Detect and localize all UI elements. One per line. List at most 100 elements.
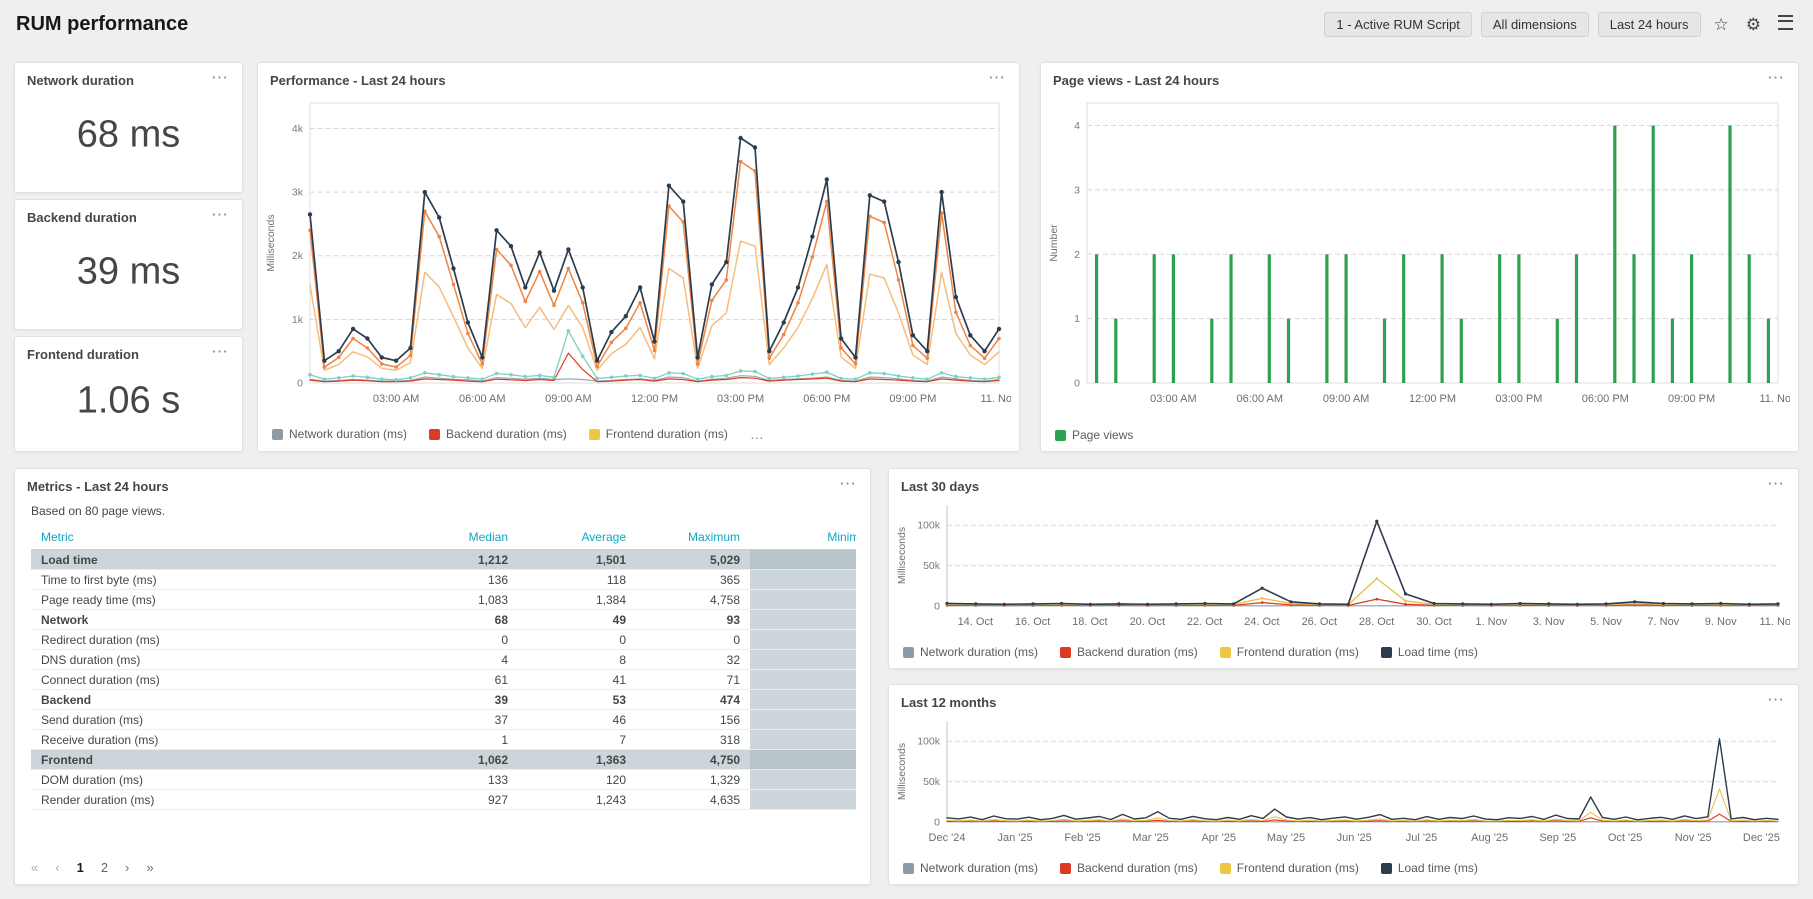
svg-text:Sep '25: Sep '25 (1539, 832, 1576, 844)
last-30-days-chart[interactable]: 050k100k14. Oct16. Oct18. Oct20. Oct22. … (895, 495, 1790, 632)
timeframe-selector-button[interactable]: Last 24 hours (1598, 12, 1701, 37)
table-row[interactable]: Load time1,2121,5015,029 (31, 550, 856, 570)
legend-item-frontend[interactable]: Frontend duration (ms) (1220, 861, 1359, 875)
more-options-icon[interactable]: ⋯ (209, 210, 230, 220)
table-row[interactable]: Frontend1,0621,3634,750 (31, 750, 856, 770)
pagination: « ‹ 1 2 › » (31, 860, 154, 875)
last-page-button[interactable]: » (146, 860, 153, 875)
svg-text:03:00 AM: 03:00 AM (373, 393, 419, 405)
last-12-months-chart[interactable]: 050k100kDec '24Jan '25Feb '25Mar '25Apr … (895, 711, 1790, 848)
tile-title: Last 30 days (901, 479, 979, 494)
clipped-minimum-cell (750, 690, 856, 710)
more-options-icon[interactable]: ⋯ (209, 73, 230, 83)
column-header[interactable]: Metric (31, 526, 391, 550)
table-row[interactable]: Connect duration (ms)614171 (31, 670, 856, 690)
clipped-minimum-cell (750, 590, 856, 610)
prev-page-button[interactable]: ‹ (55, 860, 59, 875)
svg-text:7. Nov: 7. Nov (1647, 616, 1679, 628)
svg-text:11. Nov: 11. Nov (980, 393, 1011, 405)
table-row[interactable]: Render duration (ms)9271,2434,635 (31, 790, 856, 810)
legend-item-backend[interactable]: Backend duration (ms) (1060, 645, 1198, 659)
legend-item-frontend[interactable]: Frontend duration (ms) (589, 427, 728, 441)
filter-all-dimensions-button[interactable]: All dimensions (1481, 12, 1589, 37)
table-row[interactable]: Send duration (ms)3746156 (31, 710, 856, 730)
first-page-button[interactable]: « (31, 860, 38, 875)
more-options-icon[interactable]: ⋯ (1765, 695, 1786, 705)
metrics-table-head: MetricMedianAverageMaximumMinimum (31, 526, 856, 550)
page-2-button[interactable]: 2 (101, 860, 108, 875)
legend-label: Frontend duration (ms) (1237, 645, 1359, 659)
page-views-chart[interactable]: 0123403:00 AM06:00 AM09:00 AM12:00 PM03:… (1047, 93, 1790, 409)
svg-text:Milliseconds: Milliseconds (896, 743, 908, 800)
metric-value-cell: 7 (518, 730, 636, 750)
performance-tile: Performance - Last 24 hours ⋯ 01k2k3k4k0… (257, 62, 1020, 452)
column-header[interactable]: Maximum (636, 526, 750, 550)
svg-text:Aug '25: Aug '25 (1471, 832, 1508, 844)
legend-label: Frontend duration (ms) (1237, 861, 1359, 875)
legend-item-network[interactable]: Network duration (ms) (903, 645, 1038, 659)
network-duration-value: 68 ms (15, 113, 242, 156)
legend-label: Load time (ms) (1398, 645, 1478, 659)
more-options-icon[interactable]: ⋯ (986, 73, 1007, 83)
page-views-legend: Page views (1055, 428, 1133, 442)
table-row[interactable]: Receive duration (ms)17318 (31, 730, 856, 750)
svg-text:09:00 AM: 09:00 AM (545, 393, 591, 405)
legend-item-network[interactable]: Network duration (ms) (272, 427, 407, 441)
svg-text:11. Nov: 11. Nov (1759, 616, 1790, 628)
more-options-icon[interactable]: ⋯ (1765, 73, 1786, 83)
more-options-icon[interactable]: ⋯ (1765, 479, 1786, 489)
filter-active-rum-script-button[interactable]: 1 - Active RUM Script (1324, 12, 1472, 37)
metric-name-cell: Time to first byte (ms) (31, 570, 391, 590)
table-row[interactable]: DOM duration (ms)1331201,329 (31, 770, 856, 790)
metric-value-cell: 1,083 (391, 590, 518, 610)
svg-text:22. Oct: 22. Oct (1187, 616, 1222, 628)
page-views-swatch-icon (1055, 430, 1066, 441)
table-row[interactable]: Time to first byte (ms)136118365 (31, 570, 856, 590)
legend-item-page-views[interactable]: Page views (1055, 428, 1133, 442)
more-options-icon[interactable]: ⋯ (209, 347, 230, 357)
clipped-minimum-cell (750, 770, 856, 790)
svg-text:0: 0 (934, 817, 940, 829)
svg-text:0: 0 (934, 601, 940, 613)
svg-text:06:00 AM: 06:00 AM (1237, 393, 1283, 405)
star-icon[interactable]: ☆ (1710, 15, 1733, 34)
metric-name-cell: Render duration (ms) (31, 790, 391, 810)
metric-value-cell: 1,212 (391, 550, 518, 570)
backend-swatch-icon (429, 429, 440, 440)
page-1-button[interactable]: 1 (77, 860, 84, 875)
next-page-button[interactable]: › (125, 860, 129, 875)
svg-text:Apr '25: Apr '25 (1201, 832, 1236, 844)
svg-text:1k: 1k (292, 314, 304, 326)
metrics-table-body: Load time1,2121,5015,029Time to first by… (31, 550, 856, 810)
column-header[interactable]: Minimum (750, 526, 856, 550)
legend-item-frontend[interactable]: Frontend duration (ms) (1220, 645, 1359, 659)
clipped-minimum-cell (750, 570, 856, 590)
table-row[interactable]: Redirect duration (ms)000 (31, 630, 856, 650)
table-row[interactable]: DNS duration (ms)4832 (31, 650, 856, 670)
legend-item-network[interactable]: Network duration (ms) (903, 861, 1038, 875)
performance-chart[interactable]: 01k2k3k4k03:00 AM06:00 AM09:00 AM12:00 P… (264, 93, 1011, 409)
more-options-icon[interactable]: ⋯ (837, 479, 858, 489)
gear-icon[interactable]: ⚙ (1742, 15, 1765, 34)
metric-value-cell: 0 (518, 630, 636, 650)
menu-icon[interactable] (1774, 14, 1797, 34)
column-header[interactable]: Average (518, 526, 636, 550)
svg-text:0: 0 (1074, 378, 1080, 390)
table-row[interactable]: Backend3953474 (31, 690, 856, 710)
legend-overflow-ellipsis-icon[interactable]: … (750, 426, 764, 442)
svg-text:100k: 100k (917, 736, 941, 748)
metric-value-cell: 4,635 (636, 790, 750, 810)
clipped-minimum-cell (750, 610, 856, 630)
legend-item-backend[interactable]: Backend duration (ms) (1060, 861, 1198, 875)
legend-item-backend[interactable]: Backend duration (ms) (429, 427, 567, 441)
legend-item-load-time[interactable]: Load time (ms) (1381, 861, 1478, 875)
table-row[interactable]: Page ready time (ms)1,0831,3844,758 (31, 590, 856, 610)
network-swatch-icon (903, 863, 914, 874)
metric-value-cell: 71 (636, 670, 750, 690)
column-header[interactable]: Median (391, 526, 518, 550)
table-row[interactable]: Network684993 (31, 610, 856, 630)
svg-text:Jan '25: Jan '25 (998, 832, 1033, 844)
svg-text:11. Nov: 11. Nov (1759, 393, 1790, 405)
metric-value-cell: 4,758 (636, 590, 750, 610)
legend-item-load-time[interactable]: Load time (ms) (1381, 645, 1478, 659)
